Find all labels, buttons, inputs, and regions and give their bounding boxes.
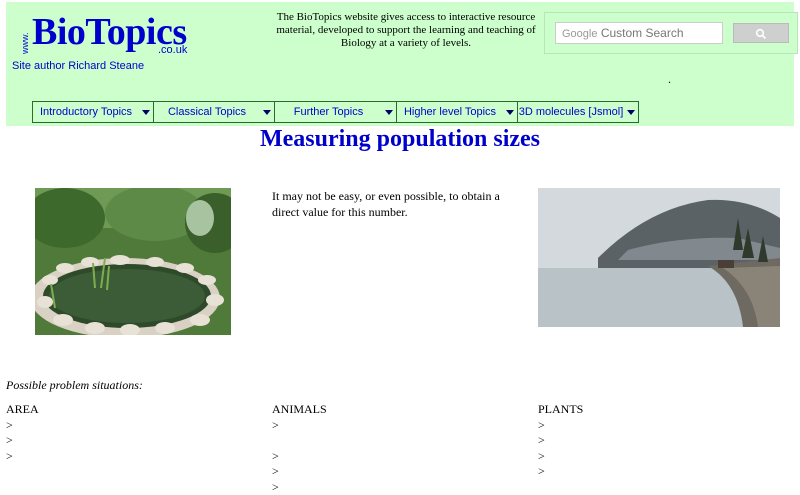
- google-label: Google: [562, 28, 598, 40]
- nav-introductory-topics[interactable]: Introductory Topics: [32, 101, 154, 123]
- problem-label: Possible problem situations:: [6, 378, 143, 392]
- list-item[interactable]: >: [538, 449, 583, 465]
- site-author-link[interactable]: Site author Richard Steane: [12, 60, 144, 72]
- list-item[interactable]: >: [538, 464, 583, 480]
- list-item[interactable]: >: [538, 418, 583, 434]
- dropdown-arrow-icon: [142, 110, 150, 115]
- nav-higher-level-topics[interactable]: Higher level Topics: [396, 101, 518, 123]
- list-item[interactable]: >: [538, 433, 583, 449]
- column-heading: AREA: [6, 402, 39, 416]
- pond-illustration: [35, 188, 231, 335]
- biotopics-logo[interactable]: www. BioTopics .co.uk: [18, 10, 208, 58]
- custom-search: Google Custom Search: [544, 12, 798, 54]
- nav-label: Higher level Topics: [403, 106, 497, 118]
- list-item[interactable]: >: [272, 464, 327, 480]
- site-tagline: The BioTopics website gives access to in…: [276, 11, 536, 49]
- page-title: Measuring population sizes: [259, 126, 541, 152]
- list-item[interactable]: >: [6, 433, 39, 449]
- dropdown-arrow-icon: [263, 110, 271, 115]
- dropdown-arrow-icon: [506, 110, 514, 115]
- search-button[interactable]: [733, 23, 789, 43]
- nav-label: Classical Topics: [167, 106, 247, 118]
- column-heading: PLANTS: [538, 402, 584, 416]
- search-input[interactable]: Google Custom Search: [555, 22, 723, 44]
- nav-3d-molecules[interactable]: 3D molecules [Jsmol]: [517, 101, 639, 123]
- nav-label: Further Topics: [293, 106, 364, 118]
- list-item[interactable]: >: [272, 418, 327, 434]
- list-item[interactable]: >: [272, 449, 327, 465]
- pond-image: [35, 188, 231, 335]
- list-item[interactable]: >: [272, 480, 327, 495]
- column-animals: ANIMALS > > > >: [272, 402, 327, 495]
- search-icon: [755, 28, 767, 40]
- column-plants: PLANTS > > > >: [538, 402, 583, 480]
- list-item[interactable]: >: [6, 449, 39, 465]
- list-item[interactable]: >: [6, 418, 39, 434]
- nav-label: Introductory Topics: [39, 106, 133, 118]
- nav-further-topics[interactable]: Further Topics: [274, 101, 397, 123]
- intro-text: It may not be easy, or even possible, to…: [272, 189, 500, 219]
- logo-www: www.: [20, 32, 30, 54]
- dropdown-arrow-icon: [385, 110, 393, 115]
- lake-illustration: [538, 188, 780, 327]
- dropdown-arrow-icon: [627, 110, 635, 115]
- column-heading: ANIMALS: [272, 402, 327, 416]
- logo-domain: .co.uk: [158, 44, 188, 56]
- lake-image: [538, 188, 780, 327]
- search-placeholder: Custom Search: [600, 26, 684, 40]
- nav-label: 3D molecules [Jsmol]: [518, 106, 624, 118]
- header-dot: .: [668, 72, 671, 86]
- column-area: AREA > > >: [6, 402, 39, 464]
- nav-classical-topics[interactable]: Classical Topics: [153, 101, 275, 123]
- topic-nav: Introductory Topics Classical Topics Fur…: [32, 101, 639, 123]
